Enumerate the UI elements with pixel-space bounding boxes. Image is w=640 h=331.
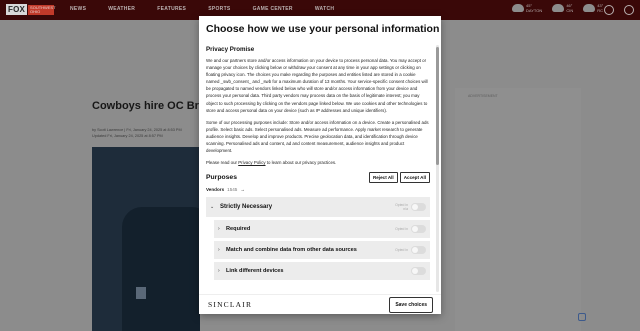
accordion-label: Strictly Necessary (220, 204, 273, 211)
article-byline: by Scott Lawrence | Fri, January 24, 202… (92, 128, 182, 132)
nav-item-features[interactable]: FEATURES (157, 6, 186, 12)
sinclair-logo: SINCLAIR (208, 300, 253, 309)
accordion-label: Required (226, 226, 251, 233)
weather-city: DAYTON (526, 8, 543, 13)
consent-toggle[interactable] (411, 246, 426, 255)
arrow-right-icon: → (240, 187, 245, 193)
dialog-footer: SINCLAIR Save choices (199, 294, 441, 314)
chevron-right-icon: › (218, 268, 220, 275)
dialog-title: Choose how we use your personal informat… (206, 23, 440, 35)
accordion-match-combine[interactable]: › Match and combine data from other data… (214, 241, 430, 260)
consent-dialog: Choose how we use your personal informat… (199, 16, 441, 314)
privacy-policy-link[interactable]: Privacy Policy (238, 160, 265, 165)
vendors-link[interactable]: Vendors 1545 → (206, 187, 430, 192)
cloud-icon (512, 4, 524, 12)
accordion-label: Link different devices (226, 268, 284, 275)
weather-item: 43° RC (583, 3, 603, 13)
consent-toggle[interactable] (411, 267, 426, 276)
side-ad-label: ADVERTISEMENT (468, 94, 498, 98)
consent-paragraph: We and our partners store and/or access … (206, 58, 428, 113)
accordion-link-devices[interactable]: › Link different devices (214, 262, 430, 281)
weather-city: CIN (566, 8, 574, 13)
accordion-label: Match and combine data from other data s… (226, 247, 357, 254)
accept-all-button[interactable]: Accept All (399, 172, 430, 184)
vendors-count: 1545 (227, 187, 238, 193)
chevron-right-icon: › (218, 247, 220, 254)
chevron-down-icon: ⌄ (210, 204, 215, 211)
accordion-required[interactable]: › Required Opted in (214, 220, 430, 239)
consent-toggle[interactable] (411, 203, 426, 212)
logo-fox-text: FOX (6, 4, 28, 15)
chevron-right-icon: › (218, 226, 220, 233)
main-nav: NEWS WEATHER FEATURES SPORTS GAME CENTER… (70, 6, 356, 12)
optin-status: Opted in (395, 227, 408, 232)
privacy-float-icon[interactable] (578, 313, 586, 321)
nav-item-news[interactable]: NEWS (70, 6, 86, 12)
weather-strip[interactable]: 45° DAYTON 46° CIN 43° RC (512, 3, 603, 13)
consent-toggle[interactable] (411, 225, 426, 234)
privacy-promise-heading: Privacy Promise (206, 46, 255, 53)
optin-status: Opted in n/a (395, 203, 408, 212)
purposes-heading: Purposes (206, 174, 237, 182)
article-photo (92, 147, 200, 331)
nav-item-game-center[interactable]: GAME CENTER (253, 6, 293, 12)
weather-item: 45° DAYTON (512, 3, 542, 13)
save-choices-button[interactable]: Save choices (389, 297, 433, 313)
nav-item-watch[interactable]: WATCH (315, 6, 334, 12)
privacy-policy-paragraph: Please read our Privacy Policy to learn … (206, 160, 337, 166)
accordion-strictly-necessary[interactable]: ⌄ Strictly Necessary Opted in n/a (206, 197, 430, 218)
cloud-icon (583, 4, 596, 12)
dialog-scroll-area[interactable]: Privacy Promise We and our partners stor… (199, 41, 441, 294)
article-headline: Cowboys hire OC Brian (92, 100, 215, 112)
weather-city: RC (597, 8, 603, 13)
dialog-scrollbar-thumb[interactable] (436, 47, 439, 165)
weather-item: 46° CIN (552, 3, 573, 13)
vendors-label: Vendors (206, 187, 225, 193)
search-icon[interactable] (604, 5, 614, 15)
account-icon[interactable] (624, 5, 634, 15)
purposes-paragraph: Some of our processing purposes include:… (206, 119, 429, 154)
reject-all-button[interactable]: Reject All (368, 172, 398, 184)
article-updated: Updated Fri, January 24, 2025 at 8:57 PM (92, 134, 163, 138)
logo-sub-text: SOUTHWEST OHIO (28, 4, 56, 15)
side-ad (455, 88, 581, 331)
header-icons (604, 5, 634, 15)
site-logo[interactable]: FOX SOUTHWEST OHIO (6, 4, 56, 15)
optin-status: Opted in (395, 248, 408, 253)
cloud-icon (552, 4, 565, 12)
nav-item-sports[interactable]: SPORTS (208, 6, 230, 12)
nav-item-weather[interactable]: WEATHER (108, 6, 135, 12)
